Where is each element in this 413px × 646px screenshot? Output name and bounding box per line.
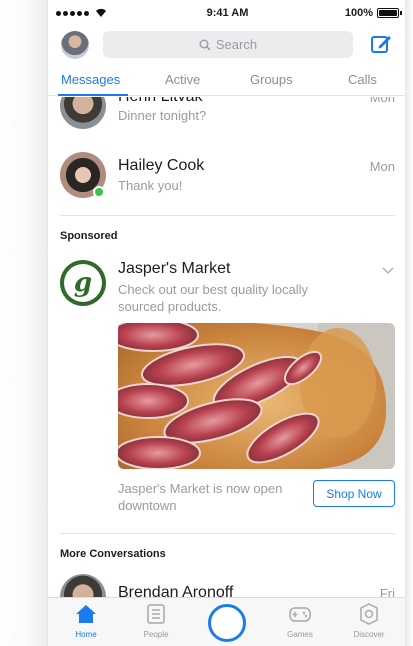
active-tab-indicator xyxy=(58,94,128,96)
ad-image[interactable] xyxy=(118,323,395,469)
divider xyxy=(60,533,395,534)
tab-groups[interactable]: Groups xyxy=(250,72,293,87)
profile-avatar[interactable] xyxy=(61,31,89,59)
people-icon xyxy=(147,604,165,624)
contact-name: Hailey Cook xyxy=(118,157,205,174)
tab-games[interactable]: Games xyxy=(270,602,330,639)
sponsored-heading: Sponsored xyxy=(60,230,118,242)
conversation-list: Henri Litvak Dinner tonight? Mon Hailey … xyxy=(48,97,405,597)
tab-home[interactable]: Home xyxy=(56,602,116,639)
header: Search xyxy=(48,28,405,62)
search-bar[interactable]: Search xyxy=(103,31,353,58)
contact-name: Henri Litvak xyxy=(118,97,202,106)
tab-people[interactable]: People xyxy=(126,602,186,639)
camera-button[interactable] xyxy=(208,604,246,642)
tab-label: People xyxy=(143,630,169,639)
tab-discover[interactable]: Discover xyxy=(339,602,399,639)
message-date: Fri xyxy=(379,586,395,597)
advertiser-logo-letter: g xyxy=(64,264,102,302)
background-right xyxy=(406,0,413,646)
avatar xyxy=(60,574,106,597)
tab-label: Discover xyxy=(353,630,385,639)
tab-label: Home xyxy=(75,630,97,639)
games-icon xyxy=(289,607,311,622)
top-tabs: Messages Active Groups Calls xyxy=(48,66,405,96)
status-bar: 9:41 AM 100% xyxy=(48,0,405,28)
search-icon xyxy=(199,39,211,50)
search-placeholder: Search xyxy=(215,37,258,52)
phone-screen: 9:41 AM 100% Search Messages Active Grou… xyxy=(47,0,406,646)
bottom-tab-bar: Home People Games Discover xyxy=(48,597,405,646)
battery-icon xyxy=(377,8,402,18)
message-snippet: Thank you! xyxy=(118,178,183,193)
shop-now-button[interactable]: Shop Now xyxy=(313,480,395,507)
home-icon xyxy=(76,605,96,623)
tab-calls[interactable]: Calls xyxy=(348,72,377,87)
more-conversations-heading: More Conversations xyxy=(60,548,166,560)
battery-percent: 100% xyxy=(344,7,373,19)
discover-icon xyxy=(360,603,378,625)
tab-label: Games xyxy=(287,630,313,639)
background-left xyxy=(0,0,47,646)
avatar xyxy=(60,97,106,129)
chevron-down-icon[interactable] xyxy=(381,263,395,277)
ad-footer-text: Jasper's Market is now open downtown xyxy=(118,481,283,513)
advertiser-name[interactable]: Jasper's Market xyxy=(118,260,230,278)
message-date: Mon xyxy=(369,159,395,174)
contact-name: Brendan Aronoff xyxy=(118,584,234,597)
battery-indicator: 100% xyxy=(344,7,402,19)
fig-tart-image xyxy=(118,323,395,469)
online-indicator xyxy=(93,186,105,198)
advertiser-logo[interactable]: g xyxy=(60,260,106,306)
compose-icon[interactable] xyxy=(369,32,393,56)
tab-messages[interactable]: Messages xyxy=(61,72,120,87)
ad-description: Check out our best quality locally sourc… xyxy=(118,282,309,314)
divider xyxy=(60,215,395,216)
message-snippet: Dinner tonight? xyxy=(118,108,207,123)
tab-active[interactable]: Active xyxy=(165,72,200,87)
message-date: Mon xyxy=(369,97,395,105)
